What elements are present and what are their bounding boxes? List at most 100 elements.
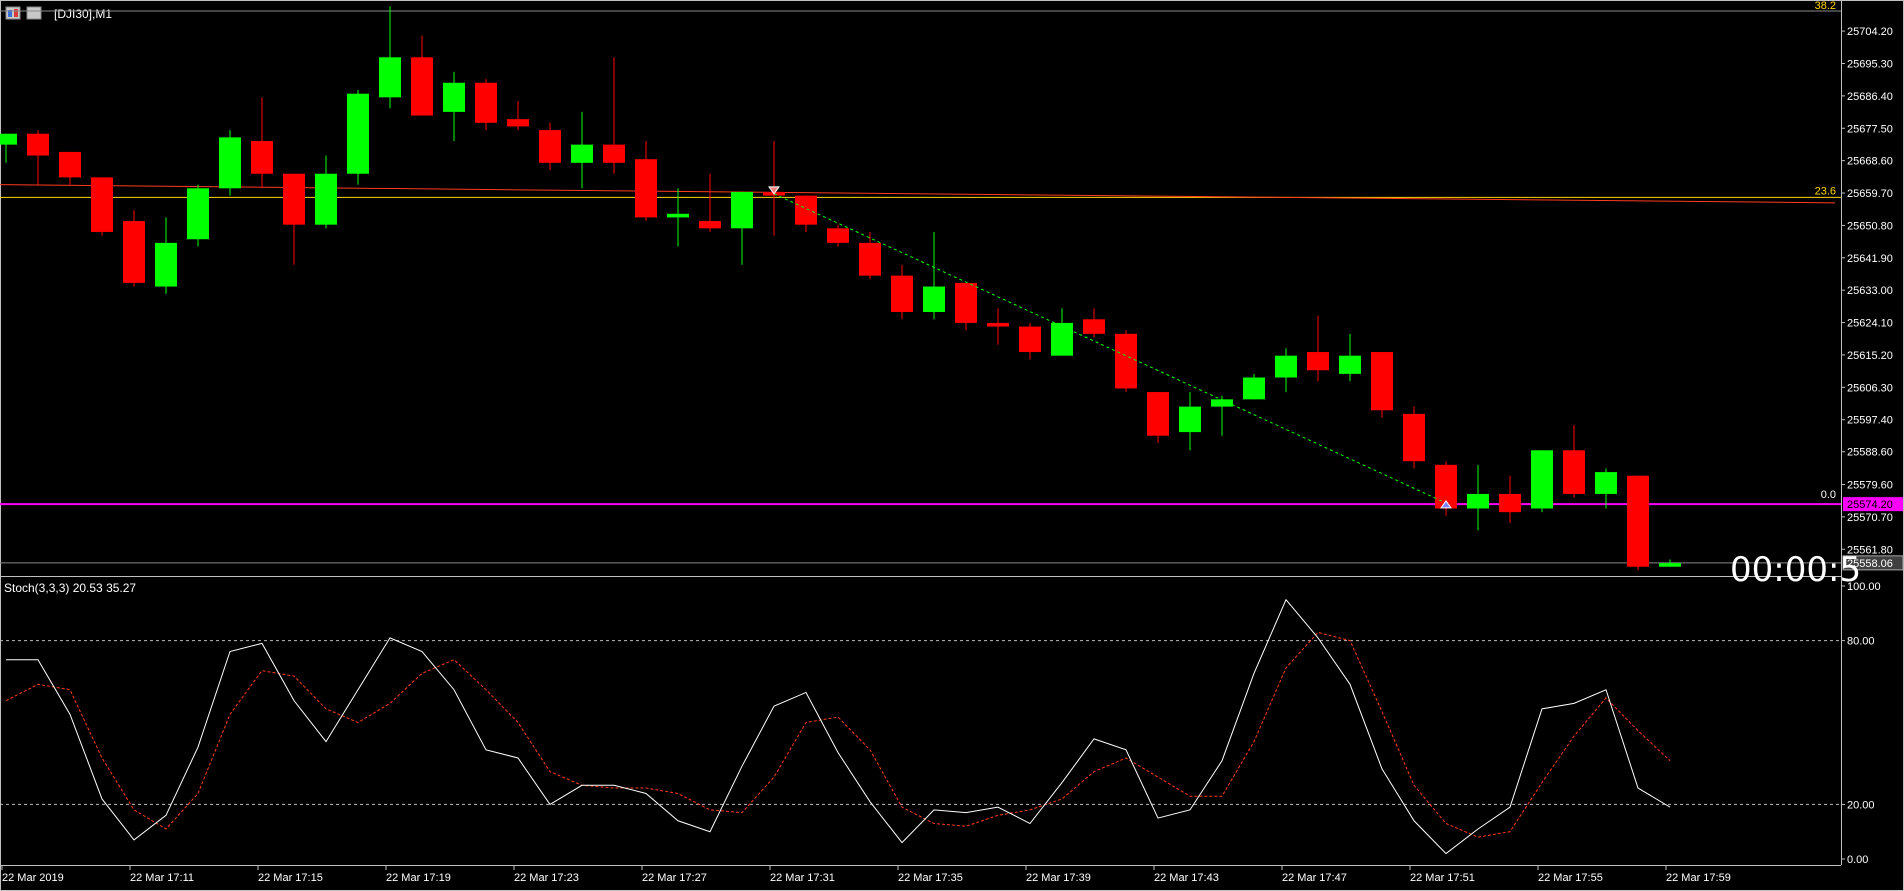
candles [0, 6, 1681, 571]
candle [91, 177, 113, 236]
candle [1531, 450, 1553, 513]
stoch-tick-label: 80.00 [1847, 636, 1875, 648]
candle [955, 282, 977, 331]
fib-label-23: 23.6 [1815, 185, 1836, 197]
stoch-label: Stoch(3,3,3) 20.53 35.27 [4, 581, 136, 595]
candle [347, 90, 369, 185]
candle [1179, 392, 1201, 451]
candle-body [1147, 392, 1169, 436]
candle-body [1179, 406, 1201, 433]
candle-body [475, 82, 497, 123]
price-tick-label: 25704.20 [1847, 26, 1893, 38]
chart-canvas: [DJI30],M1 25704.20 25695.30 25686.40 25677… [0, 0, 1904, 891]
candle [1595, 468, 1617, 509]
candle [1051, 308, 1073, 356]
candle [603, 57, 625, 174]
candle-body [1019, 326, 1041, 353]
candle-body [27, 133, 49, 156]
candle-body [1595, 472, 1617, 494]
candle-body [667, 213, 689, 218]
moving-average [0, 184, 1836, 204]
candle-body [1083, 319, 1105, 334]
candle [699, 173, 721, 232]
fib-label-0: 0.0 [1821, 489, 1836, 501]
price-tick-label: 25624.10 [1847, 318, 1893, 330]
candle-body [1371, 352, 1393, 411]
candle-body [1339, 355, 1361, 374]
candle [1211, 395, 1233, 436]
candle [219, 130, 241, 196]
candle-body [795, 195, 817, 225]
candle [315, 155, 337, 229]
candle [1115, 330, 1137, 393]
candle-body [219, 137, 241, 189]
price-tick-label: 25677.50 [1847, 123, 1893, 135]
candle-body [699, 221, 721, 229]
chart-window-icon-bar-right [14, 9, 18, 17]
candle-body [283, 173, 305, 225]
candle [187, 184, 209, 247]
candle-body [1659, 563, 1681, 567]
time-tick-label: 22 Mar 17:51 [1410, 872, 1475, 884]
candle-body [1403, 413, 1425, 462]
candle [1563, 424, 1585, 498]
candle-body [0, 133, 17, 145]
candle [507, 100, 529, 131]
candle-body [411, 57, 433, 116]
candle-body [571, 144, 593, 163]
candle-body [731, 191, 753, 229]
candle [1147, 392, 1169, 444]
time-tick-label: 22 Mar 17:35 [898, 872, 963, 884]
candle [891, 264, 913, 320]
price-tick-label: 25615.20 [1847, 350, 1893, 362]
candle-body [1115, 333, 1137, 389]
candle [1467, 464, 1489, 531]
candle [59, 151, 81, 185]
price-tick-label: 25597.40 [1847, 415, 1893, 427]
candle-body [603, 144, 625, 163]
time-tick-label: 22 Mar 2019 [2, 872, 64, 884]
time-tick-label: 22 Mar 17:43 [1154, 872, 1219, 884]
candle [123, 210, 145, 287]
candle-body [827, 228, 849, 243]
time-tick-label: 22 Mar 17:59 [1666, 872, 1731, 884]
candle [827, 224, 849, 247]
price-tick-label: 25579.60 [1847, 479, 1893, 491]
candle-body [379, 57, 401, 98]
price-tick-label: 25659.70 [1847, 188, 1893, 200]
stoch-lines [5, 598, 1671, 855]
time-axis: 22 Mar 2019 22 Mar 17:11 22 Mar 17:15 22 Ma… [1, 866, 1731, 884]
candle-body [443, 82, 465, 112]
time-tick-label: 22 Mar 17:39 [1026, 872, 1091, 884]
candle-body [635, 159, 657, 218]
candle-body [539, 130, 561, 163]
symbol-label: [DJI30],M1 [54, 7, 112, 21]
candle-body [891, 275, 913, 313]
candle-body [1531, 450, 1553, 509]
price-tick-label: 25650.80 [1847, 220, 1893, 232]
trend-line-dashed [773, 193, 1447, 504]
stoch-pane: Stoch(3,3,3) 20.53 35.27 100.00 80.00 20.0… [0, 581, 1881, 866]
candle [1243, 373, 1265, 400]
symbol-icon[interactable] [26, 6, 42, 20]
symbol-header: [DJI30],M1 [5, 6, 112, 21]
candle-body [315, 173, 337, 225]
candle [731, 191, 753, 265]
magenta-price-label: 25574.20 [1847, 499, 1893, 511]
candle-body [123, 221, 145, 283]
candle [1627, 475, 1649, 571]
price-tick-label: 25570.70 [1847, 512, 1893, 524]
candle [1275, 348, 1297, 393]
window-frame [0, 0, 1904, 891]
candle [1499, 475, 1521, 524]
stoch-tick-label: 0.00 [1847, 854, 1868, 866]
time-tick-label: 22 Mar 17:31 [770, 872, 835, 884]
candle [443, 71, 465, 141]
price-axis: 25704.20 25695.30 25686.40 25677.50 25668.60… [1841, 26, 1893, 556]
time-tick-label: 22 Mar 17:55 [1538, 872, 1603, 884]
time-tick-label: 22 Mar 17:19 [386, 872, 451, 884]
candle-body [1563, 450, 1585, 494]
candle [795, 195, 817, 232]
time-tick-label: 22 Mar 17:27 [642, 872, 707, 884]
time-tick-label: 22 Mar 17:15 [258, 872, 323, 884]
